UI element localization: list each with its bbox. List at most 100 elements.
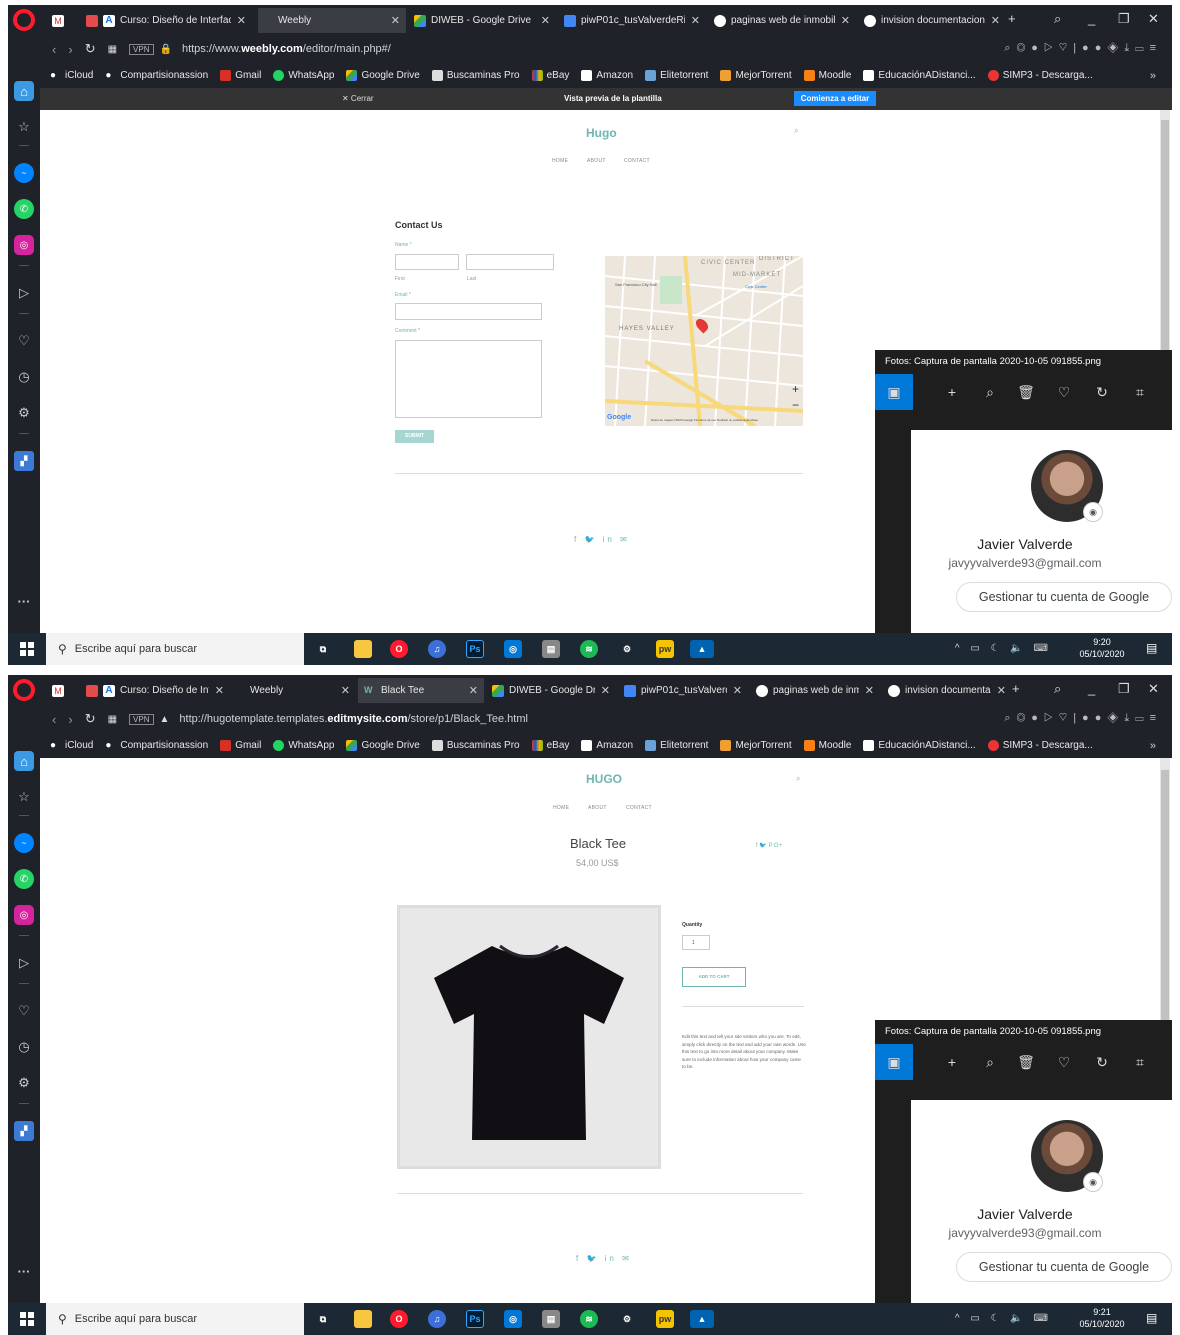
reload-icon[interactable]: ↻ xyxy=(85,711,96,727)
clock[interactable]: 9:20 05/10/2020 xyxy=(1076,636,1128,660)
toolbar-icons[interactable]: ⌕◎●▷♡|●●◈⤓▭≡ xyxy=(1004,42,1162,55)
tab-invision[interactable]: invision documenta ✕ xyxy=(882,678,1012,703)
minimize-icon[interactable]: _ xyxy=(1088,681,1095,696)
itunes-icon[interactable]: ♫ xyxy=(428,640,446,658)
vpn-badge[interactable]: VPN xyxy=(129,43,154,55)
bookmark-mejortorrent[interactable]: MejorTorrent xyxy=(720,70,792,81)
instagram-icon[interactable]: ◎ xyxy=(14,905,34,925)
zoom-icon[interactable]: ⌕ xyxy=(971,1044,1009,1080)
spotify-icon[interactable]: ≋ xyxy=(580,640,598,658)
photoshop-icon[interactable]: Ps xyxy=(466,1310,484,1328)
bookmark-buscaminas[interactable]: Buscaminas Pro xyxy=(431,70,520,81)
pw-icon[interactable]: pw xyxy=(656,1310,674,1328)
scrollbar-thumb[interactable] xyxy=(1161,120,1169,350)
tab-paginas[interactable]: paginas web de inm ✕ xyxy=(750,678,880,703)
bookmark-moodle[interactable]: Moodle xyxy=(803,740,851,751)
bookmark-drive[interactable]: Google Drive xyxy=(346,70,420,81)
nav-contact[interactable]: CONTACT xyxy=(626,805,652,811)
zoom-icon[interactable]: ⌕ xyxy=(971,374,1009,410)
bookmark-icloud[interactable]: ● iCloud xyxy=(50,70,93,81)
spotify-icon[interactable]: ≋ xyxy=(580,1310,598,1328)
camera-icon[interactable]: ◉ xyxy=(1083,502,1103,522)
vpn-badge[interactable]: VPN xyxy=(129,713,154,725)
tabs-grid-icon[interactable]: ▦ xyxy=(108,44,117,55)
close-tab-icon[interactable]: ✕ xyxy=(341,684,350,697)
heart-icon[interactable]: ♡ xyxy=(14,331,34,351)
bookmark-amazon[interactable]: Amazon xyxy=(581,740,633,751)
whatsapp-icon[interactable]: ✆ xyxy=(14,869,34,889)
minimize-icon[interactable]: _ xyxy=(1088,11,1095,26)
history-icon[interactable]: ◷ xyxy=(14,367,34,387)
tab-weebly[interactable]: Weebly ✕ xyxy=(232,678,356,703)
add-icon[interactable]: + xyxy=(933,1044,971,1080)
bookmark-educacion[interactable]: EducaciónADistanci... xyxy=(863,70,976,81)
search-tabs-icon[interactable]: ⌕ xyxy=(1054,681,1061,697)
first-name-input[interactable] xyxy=(395,254,459,270)
windows-start-icon[interactable] xyxy=(20,1312,34,1326)
store-icon[interactable]: ◎ xyxy=(504,1310,522,1328)
bookmark-gmail[interactable]: Gmail xyxy=(220,70,261,81)
file-explorer-icon[interactable] xyxy=(354,1310,372,1328)
map-zoom-out-button[interactable]: − xyxy=(792,398,799,412)
close-tab-icon[interactable]: ✕ xyxy=(215,684,224,697)
bookmark-elitetorrent[interactable]: Elitetorrent xyxy=(645,740,708,751)
close-tab-icon[interactable]: ✕ xyxy=(691,14,700,27)
site-title[interactable]: Hugo xyxy=(586,126,617,140)
opera-logo-icon[interactable] xyxy=(13,679,35,701)
photos-app-icon[interactable]: ▲ xyxy=(690,640,714,658)
file-explorer-icon[interactable] xyxy=(354,640,372,658)
opera-logo-icon[interactable] xyxy=(13,9,35,31)
more-bookmarks-icon[interactable]: » xyxy=(1150,70,1156,82)
bookmark-elitetorrent[interactable]: Elitetorrent xyxy=(645,70,708,81)
photoshop-icon[interactable]: Ps xyxy=(466,640,484,658)
whatsapp-icon[interactable]: ✆ xyxy=(14,199,34,219)
tab-black-tee[interactable]: W Black Tee ✕ xyxy=(358,678,484,703)
home-icon[interactable]: ☆ xyxy=(14,787,34,807)
tab-invision[interactable]: invision documentacion ✕ xyxy=(858,8,1006,33)
email-input[interactable] xyxy=(395,303,542,320)
messenger-icon[interactable]: ~ xyxy=(14,833,34,853)
system-tray-icons[interactable]: ^ ▭ ☾ 🔈 ⌨ xyxy=(955,643,1052,654)
settings-icon[interactable]: ⚙ xyxy=(14,403,34,423)
last-name-input[interactable] xyxy=(466,254,554,270)
opera-icon[interactable]: O xyxy=(390,640,408,658)
messenger-icon[interactable]: ~ xyxy=(14,163,34,183)
speed-dial-icon[interactable]: ⌂ xyxy=(14,81,34,101)
url-field[interactable]: http://hugotemplate.templates.editmysite… xyxy=(179,713,528,725)
social-links[interactable]: f 🐦 in ✉ xyxy=(574,535,630,544)
product-image[interactable] xyxy=(397,905,661,1169)
new-tab-icon[interactable]: + xyxy=(1012,681,1020,696)
nav-about[interactable]: ABOUT xyxy=(588,805,607,811)
taskbar-search[interactable]: ⚲ Escribe aquí para buscar xyxy=(46,633,304,665)
close-tab-icon[interactable]: ✕ xyxy=(237,14,246,27)
tab-diweb[interactable]: DIWEB - Google Dri ✕ xyxy=(486,678,616,703)
social-links[interactable]: f 🐦 in ✉ xyxy=(576,1254,632,1263)
submit-button[interactable]: SUBMIT xyxy=(395,430,434,443)
close-tab-icon[interactable]: ✕ xyxy=(997,684,1006,697)
forward-icon[interactable]: › xyxy=(68,42,72,57)
close-window-icon[interactable]: ✕ xyxy=(1148,681,1159,697)
tab-gmail[interactable]: M xyxy=(42,8,78,33)
share-icons[interactable]: f 🐦 P G+ xyxy=(756,842,782,849)
settings-app-icon[interactable]: ⚙ xyxy=(618,640,636,658)
nav-home[interactable]: HOME xyxy=(552,158,568,164)
delete-icon[interactable]: 🗑 xyxy=(1007,374,1045,410)
close-tab-icon[interactable]: ✕ xyxy=(391,14,400,27)
nav-contact[interactable]: CONTACT xyxy=(624,158,650,164)
toolbar-icons[interactable]: ⌕◎●▷♡|●●◈⤓▭≡ xyxy=(1004,712,1162,725)
heart-icon[interactable]: ♡ xyxy=(14,1001,34,1021)
clock[interactable]: 9:21 05/10/2020 xyxy=(1076,1306,1128,1330)
quantity-input[interactable]: 1 xyxy=(682,935,710,950)
close-window-icon[interactable]: ✕ xyxy=(1148,11,1159,27)
new-tab-icon[interactable]: + xyxy=(1008,11,1016,26)
close-tab-icon[interactable]: ✕ xyxy=(469,684,478,697)
favorite-icon[interactable]: ♡ xyxy=(1045,374,1083,410)
close-tab-icon[interactable]: ✕ xyxy=(865,684,874,697)
bookmark-gmail[interactable]: Gmail xyxy=(220,740,261,751)
tab-gmail[interactable]: M xyxy=(42,678,78,703)
site-title[interactable]: HUGO xyxy=(586,772,622,786)
tab-curso[interactable]: A Curso: Diseño de Int ✕ xyxy=(80,678,230,703)
more-icon[interactable]: ··· xyxy=(14,1261,34,1281)
restore-icon[interactable]: ❐ xyxy=(1118,11,1130,27)
history-icon[interactable]: ◷ xyxy=(14,1037,34,1057)
